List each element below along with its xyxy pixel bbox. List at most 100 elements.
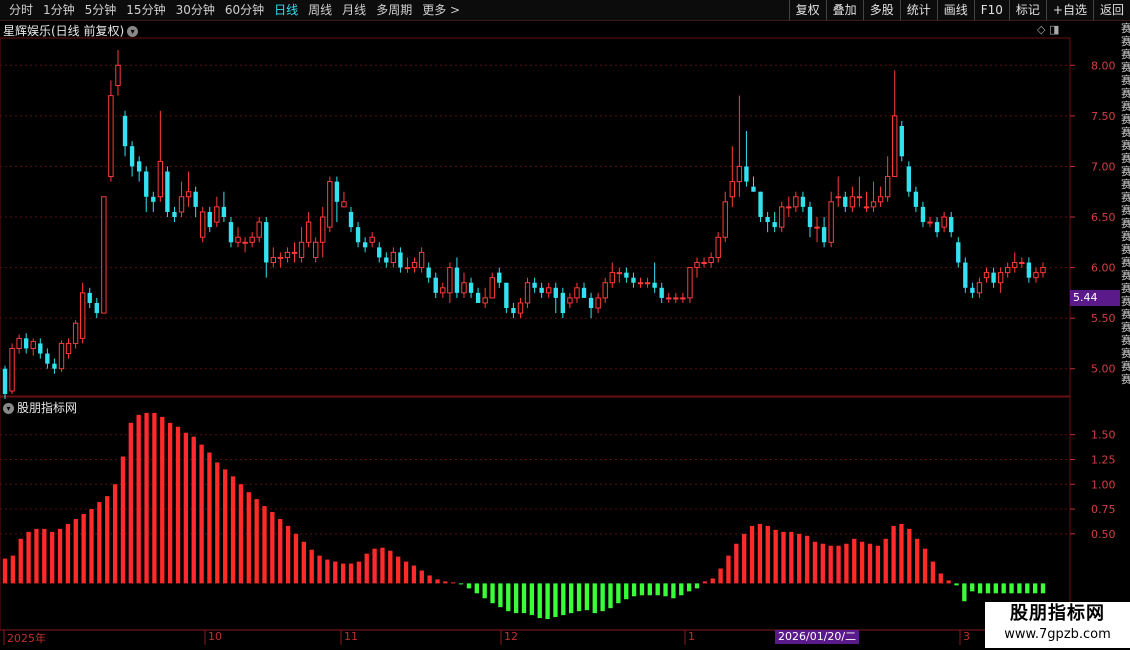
histogram-bar xyxy=(561,583,566,616)
histogram-bar xyxy=(985,583,991,594)
candle-body xyxy=(807,206,813,228)
histogram-bar xyxy=(2,558,8,584)
price-tick-label: 7.50 xyxy=(1091,110,1116,123)
candle-body xyxy=(30,340,36,349)
indicator-title-wrap[interactable]: ▾ 股朋指标网 xyxy=(3,399,77,416)
candle-body xyxy=(793,196,799,208)
histogram-bar xyxy=(655,583,660,596)
histogram-bar xyxy=(356,561,362,584)
histogram-bar xyxy=(930,561,936,584)
histogram-bar xyxy=(773,529,778,584)
candle-body xyxy=(454,267,460,293)
watermark-title: 股朋指标网 xyxy=(1010,603,1105,624)
histogram-bar xyxy=(631,583,637,597)
histogram-bar xyxy=(804,535,810,584)
histogram-bar xyxy=(466,583,472,589)
chart-title: 星辉娱乐(日线 前复权) xyxy=(3,24,125,38)
candle-body xyxy=(983,272,990,279)
candle-body xyxy=(963,262,968,288)
candle-body xyxy=(511,308,516,314)
candle-body xyxy=(447,267,453,294)
histogram-bar xyxy=(317,555,322,584)
candle-body xyxy=(411,262,418,269)
histogram-bar xyxy=(686,583,692,592)
candle-body xyxy=(1026,262,1032,278)
candle-body xyxy=(320,216,326,243)
chart-corner-controls[interactable]: ◇ ◨ xyxy=(1037,23,1059,36)
candle-body xyxy=(877,196,884,203)
diamond-icon[interactable]: ◇ xyxy=(1037,23,1045,36)
histogram-bar xyxy=(875,545,881,584)
indicator-tick-label: 1.50 xyxy=(1091,429,1116,442)
candle-body xyxy=(157,160,164,198)
candle-body xyxy=(390,251,397,264)
candle-body xyxy=(151,196,156,202)
candle-body xyxy=(970,287,975,293)
candle-body xyxy=(906,166,912,192)
histogram-bar xyxy=(482,583,487,599)
histogram-bar xyxy=(285,525,291,584)
histogram-bar xyxy=(175,426,181,584)
histogram-bar xyxy=(828,545,833,584)
histogram-bar xyxy=(490,583,495,604)
chart-title-wrap[interactable]: 星辉娱乐(日线 前复权) ▾ xyxy=(3,22,139,39)
candle-body xyxy=(765,217,770,223)
price-tick-label: 5.00 xyxy=(1091,363,1116,376)
candle-body xyxy=(122,115,128,147)
candle-body xyxy=(178,196,185,213)
histogram-bar xyxy=(938,573,943,584)
candle-body xyxy=(398,252,403,268)
histogram-bar xyxy=(301,541,306,584)
candle-body xyxy=(644,282,651,285)
chart-svg[interactable]: 8.00 7.50 7.00 6.50 6.00 5.50 5.00 1.50 1.25 1.00… xyxy=(0,0,1130,650)
candle-body xyxy=(553,287,558,298)
histogram-bar xyxy=(852,538,857,584)
histogram-bar xyxy=(962,583,967,602)
candle-body xyxy=(828,201,834,243)
candle-body xyxy=(694,262,700,269)
histogram-bar xyxy=(537,583,542,619)
candle-body xyxy=(588,297,594,309)
histogram-bar xyxy=(529,583,535,616)
candle-body xyxy=(242,241,248,244)
candle-body xyxy=(129,146,135,167)
candle-body xyxy=(800,196,806,207)
window-restore-icon[interactable]: ◨ xyxy=(1049,23,1059,36)
chevron-down-icon[interactable]: ▾ xyxy=(3,403,14,414)
price-tick-label: 7.00 xyxy=(1091,160,1116,173)
chevron-down-icon[interactable]: ▾ xyxy=(127,26,139,37)
histogram-bar xyxy=(946,580,951,584)
histogram-bar xyxy=(191,436,196,584)
x-axis-label: 12 xyxy=(504,630,518,643)
candle-body xyxy=(772,222,777,228)
candle-body xyxy=(1019,262,1025,265)
candle-body xyxy=(736,165,743,183)
candle-body xyxy=(814,226,820,229)
candle-body xyxy=(16,337,22,349)
histogram-bar xyxy=(993,583,998,594)
histogram-bar xyxy=(907,528,912,584)
histogram-bar xyxy=(254,499,259,584)
histogram-bar xyxy=(710,578,715,584)
histogram-bar xyxy=(309,549,314,584)
histogram-bar xyxy=(364,553,369,584)
histogram-bar xyxy=(73,518,78,584)
candle-body xyxy=(751,186,756,192)
candle-body xyxy=(517,302,524,314)
histogram-bar xyxy=(639,583,645,596)
histogram-bar xyxy=(333,561,338,584)
x-axis-label: 2025年 xyxy=(7,632,46,645)
histogram-bar xyxy=(915,538,920,584)
candle-body xyxy=(440,287,446,294)
candle-body xyxy=(729,181,735,198)
side-panel-edge[interactable]: 赛赛赛赛赛赛赛赛赛赛赛赛赛赛赛赛赛赛赛赛赛赛赛赛赛赛赛赛 xyxy=(1121,22,1130,400)
histogram-bar xyxy=(207,452,212,584)
candle-body xyxy=(616,272,623,275)
histogram-bar xyxy=(230,476,236,584)
candle-body xyxy=(221,206,227,217)
candle-body xyxy=(637,282,644,285)
histogram-bar xyxy=(1009,583,1014,594)
candle-body xyxy=(595,297,601,309)
histogram-bar xyxy=(867,543,873,584)
histogram-bar xyxy=(970,583,975,592)
